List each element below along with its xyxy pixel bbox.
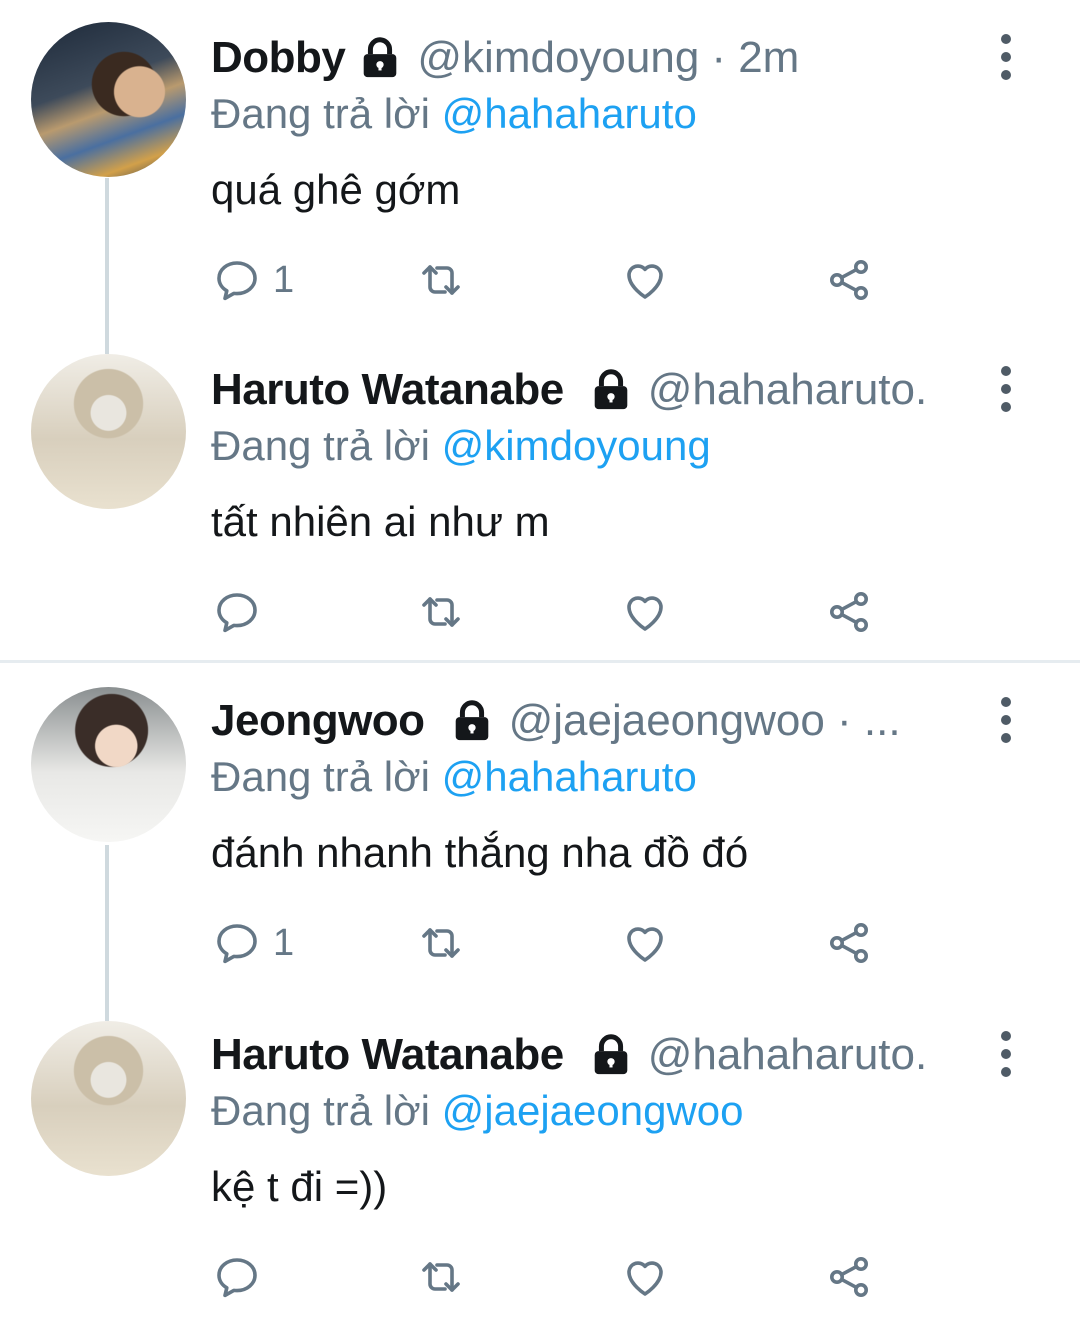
lock-icon xyxy=(357,35,403,81)
tweet-text: tất nhiên ai như m xyxy=(211,498,550,545)
tweet-header: Dobby @kimdoyoung · 2m xyxy=(211,28,1010,88)
reply-mention[interactable]: @kimdoyoung xyxy=(442,422,711,469)
heart-icon xyxy=(621,1253,669,1301)
retweet-icon xyxy=(417,256,465,304)
tweet[interactable]: Haruto Watanabe @hahaharuto. Đang trả lờ… xyxy=(0,330,1080,660)
reply-icon xyxy=(213,256,261,304)
share-button[interactable] xyxy=(825,1249,873,1305)
replying-to: Đang trả lời @jaejaeongwoo xyxy=(211,1087,744,1135)
share-icon xyxy=(825,919,873,967)
user-handle[interactable]: @hahaharuto. xyxy=(648,365,928,415)
avatar[interactable] xyxy=(31,687,186,842)
tweet-header: Haruto Watanabe @hahaharuto. xyxy=(211,360,1010,420)
reply-mention[interactable]: @hahaharuto xyxy=(442,90,697,137)
replying-label: Đang trả lời xyxy=(211,1087,430,1134)
retweet-icon xyxy=(417,1253,465,1301)
reply-button[interactable] xyxy=(213,1249,273,1305)
reply-count: 1 xyxy=(273,921,295,964)
avatar[interactable] xyxy=(31,1021,186,1176)
heart-icon xyxy=(621,256,669,304)
lock-icon xyxy=(588,367,634,413)
tweet-text: đánh nhanh thắng nha đồ đó xyxy=(211,829,749,876)
user-handle[interactable]: @jaejaeongwoo · ... xyxy=(509,696,901,746)
tweet-actions xyxy=(211,1249,891,1305)
retweet-button[interactable] xyxy=(417,584,465,640)
share-button[interactable] xyxy=(825,252,873,308)
reply-button[interactable]: 1 xyxy=(213,915,294,971)
retweet-button[interactable] xyxy=(417,252,465,308)
reply-icon xyxy=(213,588,261,636)
tweet-actions: 1 xyxy=(211,252,891,308)
reply-count: 1 xyxy=(273,258,295,301)
lock-icon xyxy=(449,698,495,744)
share-icon xyxy=(825,1253,873,1301)
tweet[interactable]: Dobby @kimdoyoung · 2m Đang trả lời @hah… xyxy=(0,0,1080,330)
share-icon xyxy=(825,588,873,636)
avatar[interactable] xyxy=(31,22,186,177)
more-vertical-icon[interactable] xyxy=(998,1031,1014,1077)
avatar[interactable] xyxy=(31,354,186,509)
display-name[interactable]: Haruto Watanabe xyxy=(211,1030,564,1080)
replying-label: Đang trả lời xyxy=(211,422,430,469)
reply-button[interactable]: 1 xyxy=(213,252,294,308)
like-button[interactable] xyxy=(621,1249,669,1305)
tweet-actions: 1 xyxy=(211,915,891,971)
tweet-header: Haruto Watanabe @hahaharuto. xyxy=(211,1025,1010,1085)
heart-icon xyxy=(621,588,669,636)
reply-icon xyxy=(213,1253,261,1301)
more-vertical-icon[interactable] xyxy=(998,366,1014,412)
tweet-actions xyxy=(211,584,891,640)
tweet[interactable]: Haruto Watanabe @hahaharuto. Đang trả lờ… xyxy=(0,995,1080,1322)
share-icon xyxy=(825,256,873,304)
user-handle[interactable]: @kimdoyoung xyxy=(417,33,699,83)
display-name[interactable]: Dobby xyxy=(211,33,346,83)
heart-icon xyxy=(621,919,669,967)
user-handle[interactable]: @hahaharuto. xyxy=(648,1030,928,1080)
more-vertical-icon[interactable] xyxy=(998,34,1014,80)
tweet-text: kệ t đi =)) xyxy=(211,1163,388,1210)
share-button[interactable] xyxy=(825,584,873,640)
replying-label: Đang trả lời xyxy=(211,90,430,137)
retweet-button[interactable] xyxy=(417,1249,465,1305)
retweet-icon xyxy=(417,919,465,967)
replying-to: Đang trả lời @hahaharuto xyxy=(211,753,697,801)
tweet[interactable]: Jeongwoo @jaejaeongwoo · ... Đang trả lờ… xyxy=(0,663,1080,993)
replying-to: Đang trả lời @kimdoyoung xyxy=(211,422,711,470)
like-button[interactable] xyxy=(621,252,669,308)
display-name[interactable]: Haruto Watanabe xyxy=(211,365,564,415)
replying-label: Đang trả lời xyxy=(211,753,430,800)
tweet-text: quá ghê gớm xyxy=(211,166,461,213)
tweet-header: Jeongwoo @jaejaeongwoo · ... xyxy=(211,691,1010,751)
reply-mention[interactable]: @jaejaeongwoo xyxy=(442,1087,744,1134)
lock-icon xyxy=(588,1032,634,1078)
reply-mention[interactable]: @hahaharuto xyxy=(442,753,697,800)
reply-button[interactable] xyxy=(213,584,273,640)
retweet-icon xyxy=(417,588,465,636)
like-button[interactable] xyxy=(621,915,669,971)
replying-to: Đang trả lời @hahaharuto xyxy=(211,90,697,138)
more-vertical-icon[interactable] xyxy=(998,697,1014,743)
like-button[interactable] xyxy=(621,584,669,640)
reply-icon xyxy=(213,919,261,967)
tweet-time: · 2m xyxy=(711,33,800,82)
display-name[interactable]: Jeongwoo xyxy=(211,696,425,746)
retweet-button[interactable] xyxy=(417,915,465,971)
share-button[interactable] xyxy=(825,915,873,971)
